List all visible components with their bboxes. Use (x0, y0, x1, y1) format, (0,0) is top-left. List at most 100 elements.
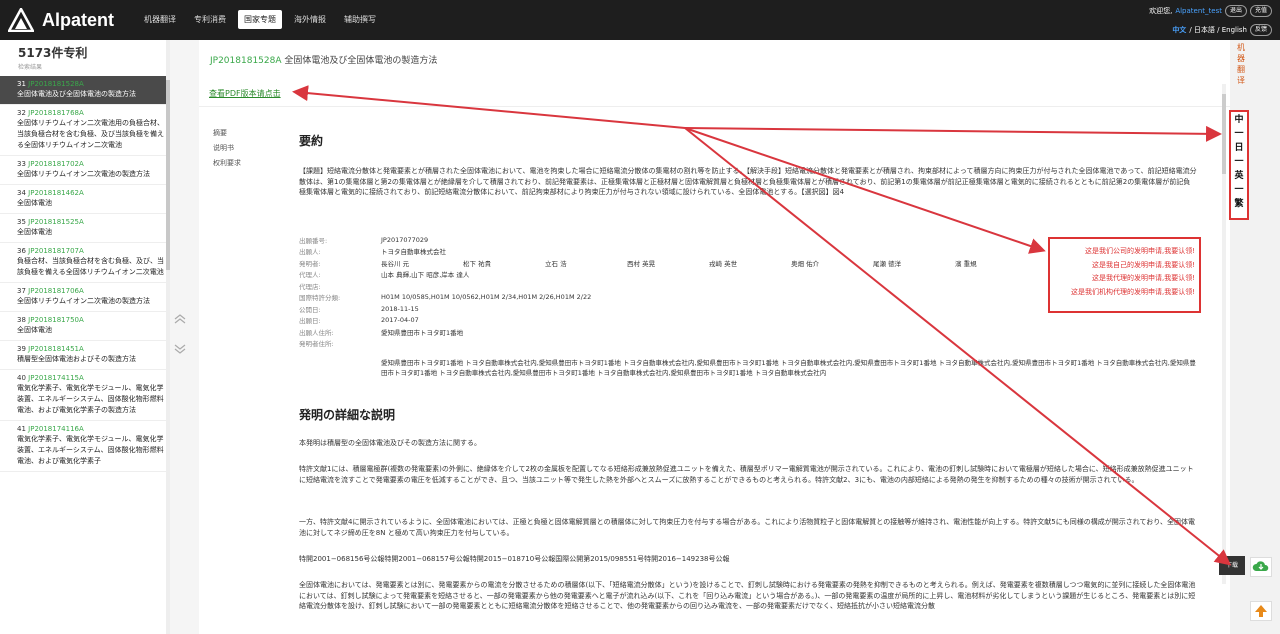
list-item-patent-id[interactable]: JP2018181768A (28, 109, 84, 117)
list-item[interactable]: 39 JP2018181451A 積層型全固体電池およびその製造方法 (0, 341, 170, 370)
back-to-top-icon[interactable] (1250, 601, 1272, 621)
list-item-title: 全固体電池 (17, 228, 52, 236)
inventor: 濱 重規 (955, 259, 977, 268)
list-item-number: 31 (17, 80, 26, 88)
toc-abstract[interactable]: 摘要 (213, 126, 241, 141)
view-pdf-link[interactable]: 查看PDF版本请点击 (209, 88, 281, 99)
lang-separator: 一 (1234, 129, 1244, 139)
list-item[interactable]: 41 JP2018174116A 電気化学素子、電気化学モジュール、電気化学装置、… (0, 421, 170, 472)
list-item-patent-id[interactable]: JP2018181528A (28, 80, 84, 88)
list-item-patent-id[interactable]: JP2018174115A (28, 374, 84, 382)
label: 出願日: (299, 317, 321, 326)
list-item-title: 全固体電池及び全固体電池の製造方法 (17, 90, 136, 98)
list-item-number: 38 (17, 316, 26, 324)
list-item[interactable]: 38 JP2018181750A 全固体電池 (0, 312, 170, 341)
document-scrollbar[interactable] (1222, 84, 1226, 584)
detail-paragraph: 一方、特許文献4に開示されているように、全固体電池においては、正極と負極と固体電… (299, 518, 1196, 537)
claim-agent-link[interactable]: 这是我代理的发明申请,我要认领! (1054, 272, 1195, 286)
detail-paragraph: 本発明は積層型の全固体電池及びその製造方法に関する。 (299, 439, 481, 447)
list-item-title: 全固体リチウムイオン二次電池の製造方法 (17, 297, 150, 305)
feedback-button[interactable]: 反馈 (1249, 24, 1272, 36)
list-item-number: 37 (17, 287, 26, 295)
list-item[interactable]: 33 JP2018181702A 全固体リチウムイオン二次電池の製造方法 (0, 156, 170, 185)
list-item-number: 32 (17, 109, 26, 117)
nav-machine-translation[interactable]: 机器翻译 (138, 10, 182, 29)
list-item[interactable]: 36 JP2018181707A 負極合材、当該負極合材を含む負極、及び、当該負極… (0, 243, 170, 283)
list-item[interactable]: 35 JP2018181525A 全固体電池 (0, 214, 170, 243)
list-item-id: 41 JP2018174116A (17, 425, 164, 433)
username-link[interactable]: Alpatent_test (1175, 7, 1222, 15)
label: 出願人住所: (299, 328, 334, 337)
inventor: 西村 英晃 (627, 259, 656, 268)
download-button[interactable]: 下载 (1219, 556, 1245, 575)
list-item-number: 36 (17, 247, 26, 255)
list-item-number: 35 (17, 218, 26, 226)
ipc-codes: H01M 10/0585,H01M 10/0562,H01M 2/34,H01M… (381, 293, 592, 302)
nav-patent-consumption[interactable]: 专利消费 (188, 10, 232, 29)
logo-mark-icon (6, 6, 36, 33)
lang-traditional-option[interactable]: 繁 (1231, 197, 1247, 211)
lang-chinese-link[interactable]: 中文 (1172, 25, 1186, 35)
list-item-patent-id[interactable]: JP2018181707A (28, 247, 84, 255)
label: 発明者: (299, 259, 321, 268)
document-scrollbar-thumb[interactable] (1222, 94, 1226, 174)
user-area: 欢迎您, Alpatent_test 退出 充值 中文 / 日本語 / Engl… (1149, 5, 1272, 36)
cloud-download-icon[interactable] (1250, 557, 1272, 577)
claim-agency-link[interactable]: 这是我们机构代理的发明申请,我要认领! (1054, 286, 1195, 300)
list-item-title: 積層型全固体電池およびその製造方法 (17, 355, 136, 363)
inventor: 松下 祐貴 (463, 259, 492, 268)
list-item[interactable]: 32 JP2018181768A 全固体リチウムイオン二次電池用の負極合材、当該負… (0, 105, 170, 156)
label: 公開日: (299, 305, 321, 314)
scroll-down-chevron-icon[interactable] (173, 343, 187, 355)
main-nav: 机器翻译 专利消费 国家专题 海外情报 辅助撰写 (138, 10, 388, 29)
logout-button[interactable]: 退出 (1224, 5, 1247, 17)
toc-description[interactable]: 说明书 (213, 141, 241, 156)
list-item-patent-id[interactable]: JP2018181462A (28, 189, 84, 197)
document-panel: JP2018181528A 全固体電池及び全固体電池の製造方法 查看PDF版本请… (199, 40, 1230, 634)
scroll-up-chevron-icon[interactable] (173, 313, 187, 325)
recharge-button[interactable]: 充值 (1249, 5, 1272, 17)
abstract-heading: 要約 (299, 134, 324, 148)
list-item-patent-id[interactable]: JP2018181750A (28, 316, 84, 324)
lang-japanese-option[interactable]: 日 (1231, 141, 1247, 155)
list-item-patent-id[interactable]: JP2018181525A (28, 218, 84, 226)
inventor: 尾瀬 徳洋 (873, 259, 902, 268)
inventor: 立石 浩 (545, 259, 567, 268)
claim-company-link[interactable]: 这是我们公司的发明申请,我要认领! (1054, 245, 1195, 259)
list-item[interactable]: 34 JP2018181462A 全固体電池 (0, 185, 170, 214)
panel-gutter (170, 40, 199, 634)
toc-claims[interactable]: 权利要求 (213, 156, 241, 171)
nav-writing-assist[interactable]: 辅助撰写 (338, 10, 382, 29)
inventor-list: 長谷川 元 松下 祐貴 立石 浩 西村 英晃 戎崎 英世 奥畑 佑介 尾瀬 徳洋… (381, 258, 1037, 268)
applicant-address: 愛知県豊田市トヨタ町1番地 (381, 328, 464, 337)
agent: 山本 典輝,山下 昭彦,岸本 達人 (381, 271, 470, 280)
inventor: 奥畑 佑介 (791, 259, 820, 268)
claim-self-link[interactable]: 这是我自己的发明申请,我要认领! (1054, 259, 1195, 273)
divider (199, 106, 1230, 107)
detail-paragraph: 特開2001−068156号公報特開2001−068157号公報特開2015−0… (299, 555, 730, 563)
list-item-patent-id[interactable]: JP2018174116A (28, 425, 84, 433)
list-item[interactable]: 31 JP2018181528A 全固体電池及び全固体電池の製造方法 (0, 76, 170, 105)
nav-overseas-intel[interactable]: 海外情报 (288, 10, 332, 29)
machine-translation-label: 机器翻译 (1237, 43, 1245, 85)
lang-chinese-option[interactable]: 中 (1231, 113, 1247, 127)
list-item-patent-id[interactable]: JP2018181451A (28, 345, 84, 353)
lang-english-option[interactable]: 英 (1231, 169, 1247, 183)
filing-date: 2017-04-07 (381, 316, 419, 325)
lang-separator: 一 (1234, 185, 1244, 195)
list-item[interactable]: 37 JP2018181706A 全固体リチウムイオン二次電池の製造方法 (0, 283, 170, 312)
list-item-id: 40 JP2018174115A (17, 374, 164, 382)
language-switcher: 中 一 日 一 英 一 繁 (1229, 110, 1249, 220)
list-item-patent-id[interactable]: JP2018181702A (28, 160, 84, 168)
nav-national-topics[interactable]: 国家专题 (238, 10, 282, 29)
list-item-number: 41 (17, 425, 26, 433)
brand-logo[interactable]: Alpatent (6, 6, 114, 33)
result-count: 5173件专利 (18, 46, 88, 60)
inventor: 戎崎 英世 (709, 259, 738, 268)
list-item-title: 電気化学素子、電気化学モジュール、電気化学装置、エネルギーシステム、固体酸化物形… (17, 384, 164, 414)
list-item[interactable]: 40 JP2018174115A 電気化学素子、電気化学モジュール、電気化学装置、… (0, 370, 170, 421)
list-item-patent-id[interactable]: JP2018181706A (28, 287, 84, 295)
lang-other-links[interactable]: / 日本語 / English (1189, 25, 1247, 35)
abstract-text: 【課題】短絡電流分散体と発電要素とが積層された全固体電池において、電池を拘束した… (299, 167, 1197, 196)
detail-paragraph: 特許文献1には、積層電極群(複数の発電要素)の外側に、絶縁体を介して2枚の金属板… (299, 465, 1194, 484)
